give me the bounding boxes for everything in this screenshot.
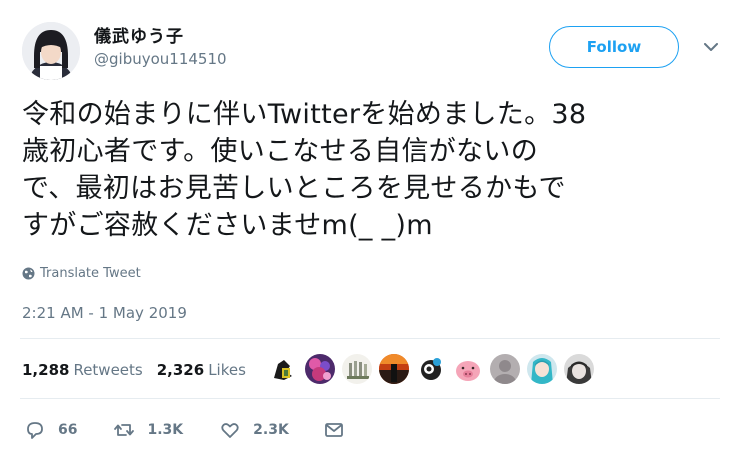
heart-icon (221, 423, 239, 438)
reply-button[interactable]: 66 (24, 419, 77, 441)
translate-label: Translate Tweet (40, 266, 141, 281)
reply-icon (27, 422, 43, 439)
avatar-icon (342, 354, 372, 384)
likes-count: 2,326 (156, 361, 205, 379)
translate-tweet-link[interactable]: Translate Tweet (22, 266, 141, 281)
liker-avatars (268, 354, 601, 384)
tweet-actions: 66 1.3K 2.3K (24, 418, 345, 442)
chevron-down-icon (704, 42, 718, 51)
liker-avatar[interactable] (305, 354, 335, 384)
globe-icon (22, 267, 35, 280)
liker-avatar[interactable] (416, 354, 446, 384)
retweet-icon (114, 424, 135, 436)
liker-avatar[interactable] (490, 354, 520, 384)
direct-message-button[interactable] (323, 419, 345, 441)
tweet-menu-button[interactable] (700, 36, 722, 58)
liker-avatar[interactable] (453, 354, 483, 384)
tweet-stats: 1,288 Retweets 2,326 Likes (22, 358, 246, 382)
divider (20, 338, 720, 339)
likes-stat[interactable]: 2,326 Likes (157, 361, 246, 379)
tweet-timestamp[interactable]: 2:21 AM - 1 May 2019 (22, 304, 187, 322)
like-button[interactable]: 2.3K (219, 419, 289, 441)
likes-label: Likes (208, 361, 246, 379)
envelope-icon (324, 423, 343, 437)
like-count: 2.3K (253, 422, 289, 438)
avatar-icon (490, 354, 520, 384)
follow-button[interactable]: Follow (549, 26, 679, 68)
retweet-button[interactable]: 1.3K (113, 419, 183, 441)
avatar-icon (527, 354, 557, 384)
avatar-icon (453, 354, 483, 384)
retweets-label: Retweets (73, 361, 143, 379)
avatar-icon (379, 354, 409, 384)
retweets-count: 1,288 (22, 361, 70, 379)
reply-count: 66 (58, 422, 78, 438)
liker-avatar[interactable] (527, 354, 557, 384)
liker-avatar[interactable] (268, 354, 298, 384)
liker-avatar[interactable] (342, 354, 372, 384)
user-handle[interactable]: @gibuyou114510 (94, 50, 227, 68)
divider (20, 398, 720, 399)
avatar-icon (564, 354, 594, 384)
tweet-card: 儀武ゆう子 @gibuyou114510 Follow 令和の始まりに伴いTwi… (0, 0, 737, 455)
avatar-icon (268, 354, 298, 384)
display-name[interactable]: 儀武ゆう子 (94, 22, 184, 47)
tweet-text: 令和の始まりに伴いTwitterを始めました。38 歳初心者です。使いこなせる自… (22, 99, 587, 241)
liker-avatar[interactable] (379, 354, 409, 384)
avatar-icon (305, 354, 335, 384)
avatar[interactable] (22, 22, 80, 80)
retweet-count: 1.3K (147, 422, 184, 438)
profile-photo-icon (22, 22, 80, 80)
avatar-icon (416, 354, 446, 384)
liker-avatar[interactable] (564, 354, 594, 384)
retweets-stat[interactable]: 1,288 Retweets (22, 361, 143, 379)
